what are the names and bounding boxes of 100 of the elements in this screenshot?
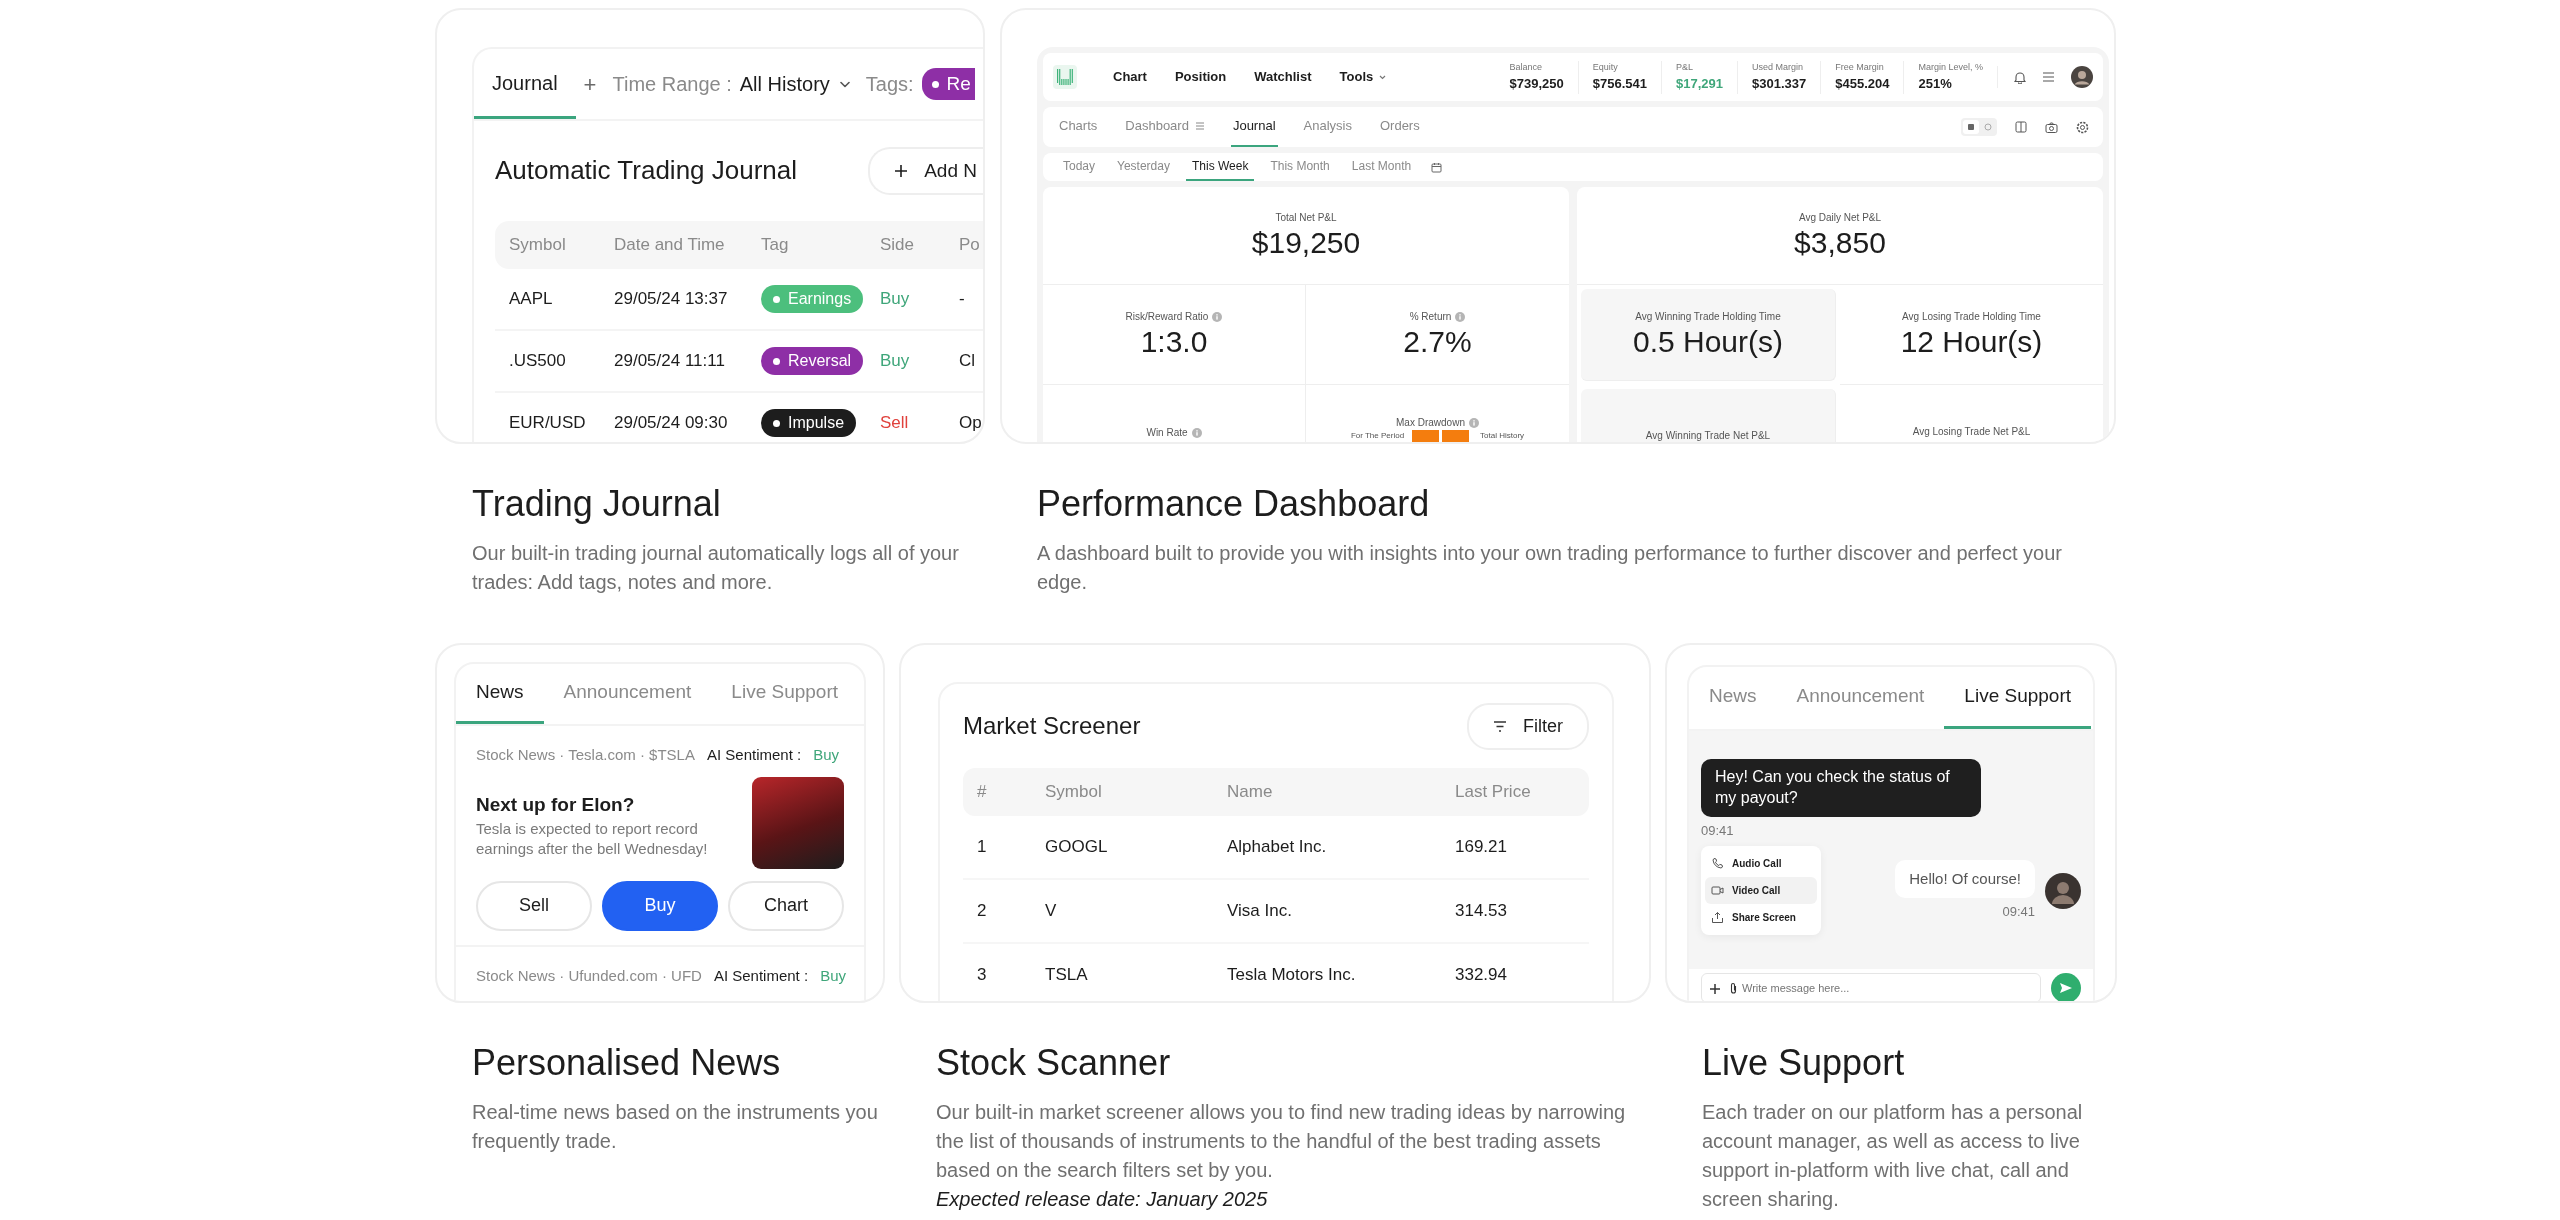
stat-value: $455.204 [1835,75,1890,93]
avatar-icon[interactable] [2071,66,2093,88]
table-cell-text: AAPL [509,288,554,311]
tab[interactable]: Charts [1057,107,1100,147]
section-title: Live Support [1702,1041,1906,1085]
stat-label: Free Margin [1835,60,1885,74]
column-header: Date and Time [614,234,726,257]
section-title: Performance Dashboard [1037,482,1431,526]
time-range-dropdown[interactable]: All History [739,69,850,99]
split-view-icon[interactable] [2015,121,2027,133]
tab[interactable]: Announcement [1776,667,1945,729]
filter-icon [1493,720,1507,732]
stat-value: $739,250 [1509,75,1564,93]
panel-title: Market Screener [963,711,1141,741]
send-button[interactable] [2051,973,2081,1001]
section-description: Real-time news based on the instruments you frequently trade. [472,1100,879,1155]
metric-value: $19,250 [1251,225,1361,261]
metric-label: % Return [1409,310,1452,324]
table-cell-text: 332.94 [1455,964,1507,987]
message-field[interactable]: Write message here... [1701,973,2041,1001]
column-header: Symbol [509,234,567,257]
tab[interactable]: This Month [1264,153,1336,181]
menu-item[interactable]: Video Call [1705,877,1817,905]
table-cell-text: TSLA [1045,964,1089,987]
metric-label: Max Drawdown [1396,416,1465,430]
tab[interactable]: Yesterday [1111,153,1176,181]
bell-icon[interactable] [2014,70,2026,84]
stat-value: 251% [1918,75,1953,93]
section-title: Stock Scanner [936,1041,1172,1085]
table-cell-text: EUR/USD [509,412,587,435]
tab[interactable]: Announcement [543,664,712,724]
stat-value: $301.337 [1752,75,1807,93]
time-range-label: Time Range : [612,72,732,97]
table-cell-text: Sell [880,412,910,435]
column-header: Last Price [1455,781,1531,804]
info-icon [1455,311,1466,322]
filter-button[interactable]: Filter [1467,702,1589,750]
section-description: A dashboard built to provide you with insights into your own trading performance to further discover and perfect your edge. [1037,541,2063,596]
tab[interactable]: News [456,664,544,724]
chevron-icon [839,80,850,88]
add-tab-button[interactable]: + [583,67,597,101]
info-icon [1468,417,1479,428]
menu-icon [1194,122,1205,130]
table-cell-text: Buy [880,288,911,311]
tag-filter[interactable]: Re [921,67,975,101]
chart-label: For The Period [1350,430,1405,442]
nav-link[interactable]: Chart [1113,67,1147,87]
section-title: Trading Journal [472,482,722,526]
tab[interactable]: Live Support [711,664,859,724]
info-icon [1212,311,1223,322]
nav-link[interactable]: Watchlist [1254,67,1312,87]
phone-icon [1711,857,1724,871]
calendar-icon[interactable] [1431,161,1443,173]
tab[interactable]: Dashboard [1123,107,1207,147]
view-toggle-icon[interactable] [1961,118,1997,136]
tab[interactable]: Today [1057,153,1102,181]
chat-message: Hey! Can you check the status of my payout? [1701,759,1981,817]
menu-item[interactable]: Share Screen [1705,904,1817,932]
settings-icon[interactable] [2076,120,2089,134]
panel-title: Automatic Trading Journal [495,155,798,187]
tab[interactable]: Last Month [1345,153,1418,181]
table-cell-text: Visa Inc. [1227,900,1293,923]
video-camera-icon [1711,884,1724,898]
nav-link[interactable]: Position [1174,67,1227,87]
tab[interactable]: Orders [1377,107,1422,147]
menu-item[interactable]: Audio Call [1705,850,1817,878]
avatar-icon [2045,872,2081,909]
tab[interactable]: This Week [1185,153,1255,181]
news-summary: Tesla is expected to report record earnings after the bell Wednesday! [476,819,709,858]
paperclip-icon[interactable] [1729,982,1738,995]
stat-label: Balance [1509,60,1544,74]
column-header: Name [1227,781,1274,804]
table-cell-text: 314.53 [1455,900,1507,923]
metric-label: Avg Daily Net P&L [1798,211,1882,225]
metric-label: Total Net P&L [1275,211,1337,225]
tags-label: Tags: [865,72,914,97]
plus-icon[interactable] [1709,982,1721,995]
tab[interactable]: Journal [1230,107,1278,147]
tab[interactable]: Journal [474,49,576,119]
add-button[interactable]: Add N [868,146,983,196]
metric-label: Avg Winning Trade Holding Time [1635,310,1781,324]
stat-value: $756.541 [1592,75,1647,93]
action-button[interactable]: Buy [602,880,718,931]
metric-value: 1:3.0 [1140,324,1208,360]
tab[interactable]: Analysis [1301,107,1354,147]
table-cell-text: V [1045,900,1058,923]
metric-label: Avg Losing Trade Holding Time [1902,310,2041,324]
table-cell-text: .US500 [509,350,567,373]
table-cell-text: 1 [977,836,988,859]
section-title: Personalised News [472,1041,782,1085]
nav-link[interactable]: Tools [1339,67,1387,87]
plus-icon [894,164,909,178]
action-button[interactable]: Sell [476,880,592,931]
camera-icon[interactable] [2045,121,2058,133]
stat-label: P&L [1676,60,1694,74]
action-button[interactable]: Chart [728,880,844,931]
metric-value: 12 Hour(s) [1900,324,2043,360]
column-header: # [977,781,988,804]
metric-label: Risk/Reward Ratio [1125,310,1209,324]
message-time: 09:41 [2002,903,2035,922]
